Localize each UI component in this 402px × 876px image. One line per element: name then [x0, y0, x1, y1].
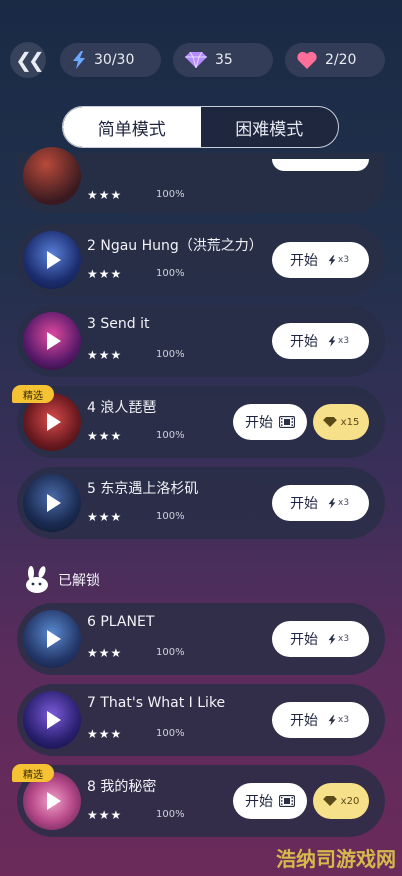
film-icon — [279, 795, 295, 807]
start-button[interactable] — [272, 159, 369, 171]
featured-badge: 精选 — [12, 764, 54, 782]
song-row: ★★★ 100% — [17, 147, 385, 213]
lightning-icon — [328, 335, 336, 347]
start-button[interactable]: 开始 x3 — [272, 242, 369, 278]
play-icon — [47, 494, 61, 512]
play-icon — [47, 332, 61, 350]
start-button[interactable]: 开始 x3 — [272, 485, 369, 521]
star-rating: ★★★ — [87, 267, 123, 281]
start-button[interactable]: 开始 x3 — [272, 702, 369, 738]
song-cover[interactable] — [23, 147, 81, 205]
completion-percent: 100% — [156, 268, 185, 279]
film-icon — [279, 416, 295, 428]
double-chevron-left-icon: ❮❮ — [15, 48, 44, 72]
song-row: 8 我的秘密 ★★★ 100% 开始 x20 — [17, 765, 385, 837]
star-rating: ★★★ — [87, 429, 123, 443]
watermark: 浩纳司游戏网 — [276, 847, 396, 871]
lightning-icon — [328, 714, 336, 726]
star-rating: ★★★ — [87, 727, 123, 741]
song-cover[interactable] — [23, 231, 81, 289]
energy-cost: x3 — [322, 633, 349, 645]
completion-percent: 100% — [156, 511, 185, 522]
play-icon — [47, 630, 61, 648]
star-rating: ★★★ — [87, 808, 123, 822]
tab-hard-mode[interactable]: 困难模式 — [201, 107, 339, 147]
lives-counter: 2/20 — [285, 43, 385, 77]
energy-cost: x3 — [322, 335, 349, 347]
song-title: 4 浪人琵琶 — [87, 400, 157, 416]
start-with-ad-button[interactable]: 开始 — [233, 404, 307, 440]
start-label: 开始 — [290, 713, 318, 729]
lightning-icon — [328, 497, 336, 509]
song-cover[interactable] — [23, 474, 81, 532]
song-title: 8 我的秘密 — [87, 779, 157, 795]
start-label: 开始 — [290, 496, 318, 512]
star-rating: ★★★ — [87, 646, 123, 660]
gem-counter: 35 — [173, 43, 273, 77]
energy-cost: x3 — [322, 254, 349, 266]
song-cover[interactable] — [23, 312, 81, 370]
completion-percent: 100% — [156, 430, 185, 441]
heart-icon — [297, 51, 317, 69]
completion-percent: 100% — [156, 809, 185, 820]
start-label: 开始 — [245, 794, 273, 810]
start-label: 开始 — [245, 415, 273, 431]
gem-icon — [322, 417, 337, 427]
lightning-icon — [328, 633, 336, 645]
song-title: 3 Send it — [87, 316, 150, 332]
energy-cost: x3 — [322, 714, 349, 726]
completion-percent: 100% — [156, 728, 185, 739]
tab-easy-mode[interactable]: 简单模式 — [63, 107, 201, 147]
unlock-with-gems-button[interactable]: x20 — [313, 783, 369, 819]
completion-percent: 100% — [156, 647, 185, 658]
start-button[interactable]: 开始 x3 — [272, 621, 369, 657]
section-title: 已解锁 — [58, 573, 100, 589]
gem-icon — [185, 52, 207, 68]
start-with-ad-button[interactable]: 开始 — [233, 783, 307, 819]
lightning-icon — [328, 254, 336, 266]
start-label: 开始 — [290, 334, 318, 350]
song-title: 7 That's What I Like — [87, 695, 226, 711]
unlocked-section-header: 已解锁 — [24, 566, 100, 594]
song-row: 5 东京遇上洛杉矶 ★★★ 100% 开始 x3 — [17, 467, 385, 539]
star-rating: ★★★ — [87, 348, 123, 362]
unlock-with-gems-button[interactable]: x15 — [313, 404, 369, 440]
lightning-icon — [73, 51, 85, 69]
play-icon — [47, 413, 61, 431]
energy-value: 30/30 — [94, 52, 135, 68]
star-rating: ★★★ — [87, 188, 123, 202]
start-button[interactable]: 开始 x3 — [272, 323, 369, 359]
play-icon — [47, 711, 61, 729]
start-label: 开始 — [290, 632, 318, 648]
mode-toggle: 简单模式 困难模式 — [62, 106, 339, 148]
song-row: 4 浪人琵琶 ★★★ 100% 开始 x15 — [17, 386, 385, 458]
completion-percent: 100% — [156, 349, 185, 360]
energy-counter: 30/30 — [60, 43, 161, 77]
song-cover[interactable] — [23, 691, 81, 749]
start-label: 开始 — [290, 253, 318, 269]
featured-badge: 精选 — [12, 385, 54, 403]
song-title: 6 PLANET — [87, 614, 155, 630]
song-row: 3 Send it ★★★ 100% 开始 x3 — [17, 305, 385, 377]
top-bar: ❮❮ 30/30 35 2/20 — [0, 42, 402, 78]
gem-icon — [322, 796, 337, 806]
completion-percent: 100% — [156, 189, 185, 200]
rabbit-mascot-icon — [26, 566, 48, 593]
gem-value: 35 — [215, 52, 233, 68]
song-title: 5 东京遇上洛杉矶 — [87, 481, 199, 497]
energy-cost: x3 — [322, 497, 349, 509]
song-row: 7 That's What I Like ★★★ 100% 开始 x3 — [17, 684, 385, 756]
song-cover[interactable] — [23, 610, 81, 668]
song-row: 2 Ngau Hung（洪荒之力） ★★★ 100% 开始 x3 — [17, 224, 385, 296]
play-icon — [47, 251, 61, 269]
lives-value: 2/20 — [325, 52, 357, 68]
back-button[interactable]: ❮❮ — [10, 42, 46, 78]
star-rating: ★★★ — [87, 510, 123, 524]
song-title: 2 Ngau Hung（洪荒之力） — [87, 238, 263, 254]
song-row: 6 PLANET ★★★ 100% 开始 x3 — [17, 603, 385, 675]
play-icon — [47, 792, 61, 810]
